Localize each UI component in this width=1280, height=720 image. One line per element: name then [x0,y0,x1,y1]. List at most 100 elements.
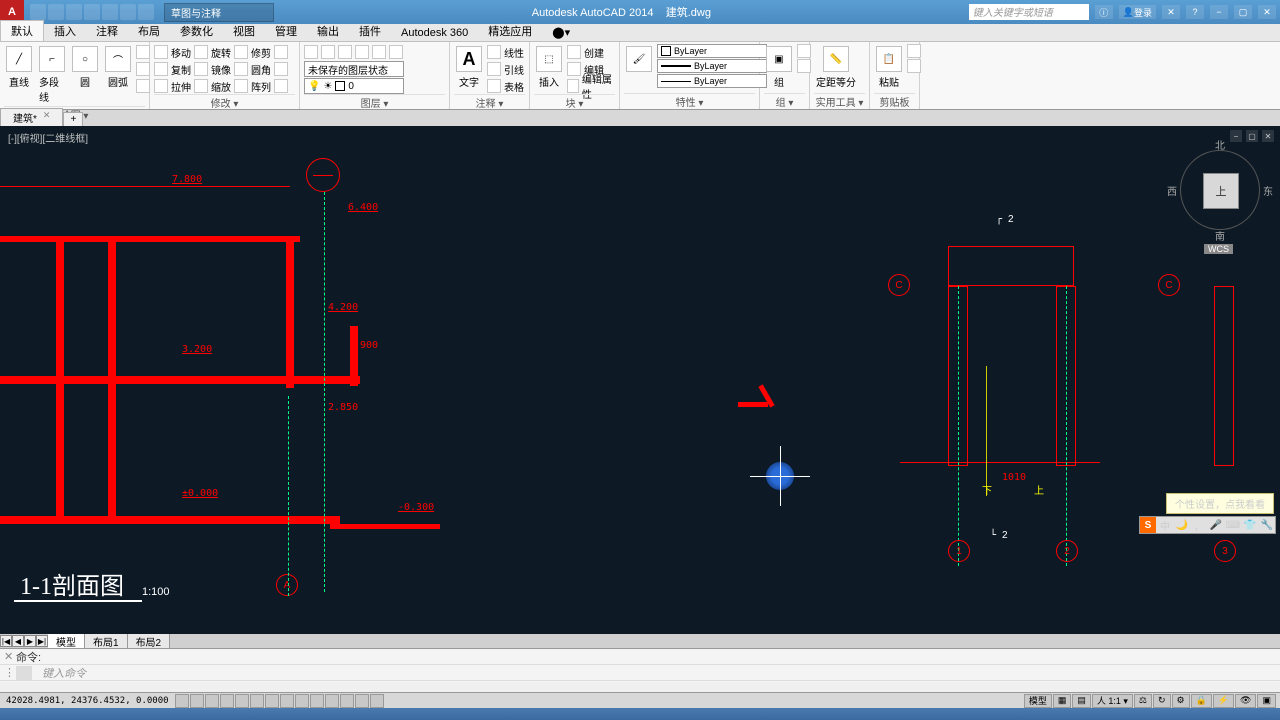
arc-button[interactable]: ⌒圆弧 [103,44,133,91]
fillet-button[interactable]: 圆角 [234,61,271,77]
color-dropdown[interactable]: ByLayer [657,44,767,58]
tab-manage[interactable]: 管理 [265,21,307,41]
leader-button[interactable]: 引线 [487,61,524,77]
viewport-label[interactable]: [-][俯视][二维线框] [8,130,88,145]
line-button[interactable]: ╱直线 [4,44,34,91]
tab-plugins[interactable]: 插件 [349,21,391,41]
panel-block-title[interactable]: 块 ▾ [534,94,615,108]
hatch-icon[interactable] [136,79,150,93]
minimize-button[interactable]: − [1210,5,1228,19]
panel-layer-title[interactable]: 图层 ▾ [304,94,445,108]
offset-icon[interactable] [274,79,288,93]
layer-prop-icon[interactable] [304,45,318,59]
polyline-button[interactable]: ⌐多段线 [37,44,67,106]
layout-last-icon[interactable]: ▶| [36,635,48,647]
ime-lang-button[interactable]: 中 [1157,517,1173,533]
layout-first-icon[interactable]: |◀ [0,635,12,647]
maximize-button[interactable]: ▢ [1234,5,1252,19]
ortho-toggle[interactable] [205,694,219,708]
otrack-toggle[interactable] [265,694,279,708]
trim-button[interactable]: 修剪 [234,44,271,60]
erase-icon[interactable] [274,45,288,59]
scale-button[interactable]: 缩放 [194,78,231,94]
coordinates[interactable]: 42028.4981, 24376.4532, 0.0000 [0,696,175,706]
panel-group-title[interactable]: 组 ▾ [764,93,805,107]
rect-icon[interactable] [136,45,150,59]
ellipse-icon[interactable] [136,62,150,76]
isolate-icon[interactable]: 👁 [1235,694,1256,708]
panel-modify-title[interactable]: 修改 ▾ [154,94,295,108]
workspace-icon[interactable]: ⚙ [1172,694,1190,708]
tpy-toggle[interactable] [325,694,339,708]
layer-lock-icon[interactable] [355,45,369,59]
grid-toggle[interactable] [190,694,204,708]
drawing-area[interactable]: [-][俯视][二维线框] − ▢ ✕ 7.800 6.400 4.200 3.… [0,126,1280,634]
vc-east[interactable]: 东 [1263,183,1273,198]
dyn-toggle[interactable] [295,694,309,708]
lwt-toggle[interactable] [310,694,324,708]
tab-featured[interactable]: 精选应用 [478,21,542,41]
measure-button[interactable]: 📏定距等分 [814,44,858,91]
edit-attr-button[interactable]: 编辑属性 [567,78,615,94]
tab-expand-icon[interactable]: ⬤▾ [542,24,580,41]
table-button[interactable]: 表格 [487,78,524,94]
copy-clip-icon[interactable] [907,59,921,73]
anno-auto-icon[interactable]: ↻ [1153,694,1171,708]
dim-linear-button[interactable]: 线性 [487,44,524,60]
layout-tab-2[interactable]: 布局2 [128,634,171,649]
group-edit-icon[interactable] [797,59,811,73]
explode-icon[interactable] [274,62,288,76]
cmd-recent-icon[interactable] [16,666,32,680]
qat-new-icon[interactable] [30,4,46,20]
cmd-handle-icon[interactable]: ⋮ [4,666,16,679]
infocenter-icon[interactable]: ⓘ [1095,5,1113,19]
qat-open-icon[interactable] [48,4,64,20]
layer-off-icon[interactable] [321,45,335,59]
toolbar-lock-icon[interactable]: 🔒 [1191,694,1212,708]
move-button[interactable]: 移动 [154,44,191,60]
rotate-button[interactable]: 旋转 [194,44,231,60]
ime-keyboard-icon[interactable]: ⌨ [1225,517,1241,533]
cmd-close-icon[interactable]: ✕ [4,650,16,663]
paste-button[interactable]: 📋粘贴 [874,44,904,91]
vc-west[interactable]: 西 [1167,183,1177,198]
help-icon[interactable]: ? [1186,5,1204,19]
osnap-toggle[interactable] [235,694,249,708]
quickview-layouts-icon[interactable]: ▦ [1053,694,1072,708]
model-space-button[interactable]: 模型 [1024,694,1052,708]
tab-layout[interactable]: 布局 [128,21,170,41]
ime-logo-icon[interactable]: S [1140,517,1156,533]
exchange-icon[interactable]: ✕ [1162,5,1180,19]
tab-parametric[interactable]: 参数化 [170,21,223,41]
3dosnap-toggle[interactable] [250,694,264,708]
layer-state-dropdown[interactable]: 未保存的图层状态 [304,61,404,77]
qat-plot-icon[interactable] [102,4,118,20]
viewcube-top[interactable]: 上 [1203,173,1239,209]
panel-util-title[interactable]: 实用工具 ▾ [814,93,865,107]
qat-undo-icon[interactable] [120,4,136,20]
wcs-button[interactable]: WCS [1204,244,1233,254]
snap-toggle[interactable] [175,694,189,708]
tab-view[interactable]: 视图 [223,21,265,41]
vp-min-icon[interactable]: − [1230,130,1242,142]
tab-a360[interactable]: Autodesk 360 [391,25,478,41]
vp-close-icon[interactable]: ✕ [1262,130,1274,142]
qat-saveas-icon[interactable] [84,4,100,20]
new-tab-button[interactable]: + [63,112,83,126]
linetype-dropdown[interactable]: ByLayer [657,74,767,88]
copy-button[interactable]: 复制 [154,61,191,77]
mirror-button[interactable]: 镜像 [194,61,231,77]
layout-tab-1[interactable]: 布局1 [85,634,128,649]
clean-screen-icon[interactable]: ▣ [1257,694,1276,708]
ime-tooltip[interactable]: 个性设置，点我看看 [1166,493,1274,514]
help-search-input[interactable]: 键入关键字或短语 [969,4,1089,20]
array-button[interactable]: 阵列 [234,78,271,94]
insert-button[interactable]: ⬚插入 [534,44,564,91]
layout-tab-model[interactable]: 模型 [48,634,85,649]
windows-taskbar[interactable] [0,708,1280,720]
close-button[interactable]: ✕ [1258,5,1276,19]
tab-insert[interactable]: 插入 [44,21,86,41]
qat-redo-icon[interactable] [138,4,154,20]
qp-toggle[interactable] [340,694,354,708]
workspace-dropdown[interactable]: 草图与注释 [164,3,274,22]
